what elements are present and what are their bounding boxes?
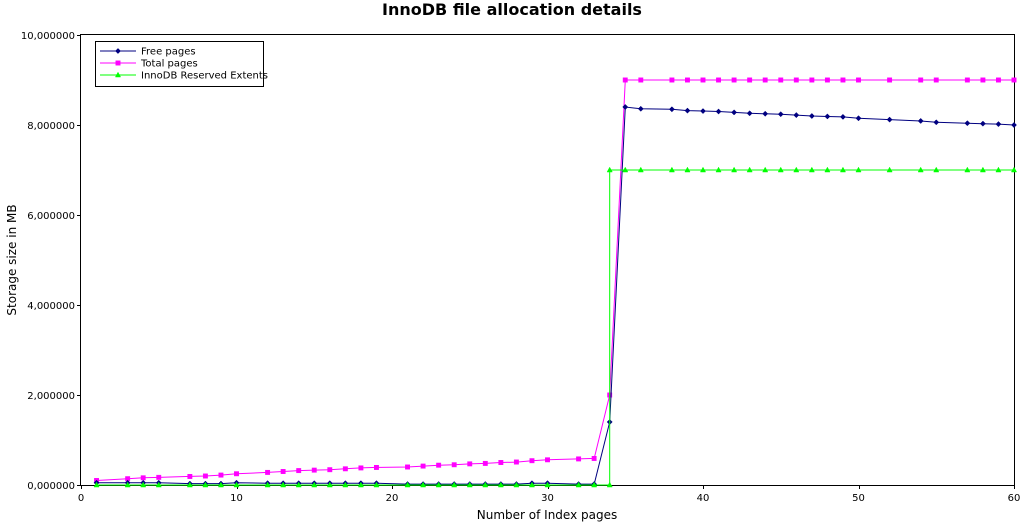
legend-marker (115, 60, 121, 66)
data-point-total-pages (187, 474, 193, 479)
data-point-total-pages (964, 77, 970, 83)
plot-area (80, 34, 1015, 486)
data-point-total-pages (342, 466, 348, 472)
data-point-total-pages (482, 460, 488, 466)
y-axis-label: Storage size in MB (5, 204, 19, 315)
x-tick-label: 60 (1008, 493, 1021, 504)
data-point-total-pages (731, 77, 737, 83)
data-point-total-pages (140, 475, 146, 481)
data-point-total-pages (436, 462, 442, 468)
data-point-total-pages (918, 77, 924, 83)
data-point-total-pages (280, 469, 286, 474)
data-point-total-pages (498, 460, 504, 465)
data-point-total-pages (529, 458, 535, 464)
legend-label: Total pages (140, 59, 198, 70)
data-point-total-pages (420, 463, 426, 469)
data-point-total-pages (545, 457, 550, 463)
chart: InnoDB file allocation details 0 10 20 30 40… (5, 0, 1021, 522)
data-point-total-pages (996, 77, 1001, 83)
data-point-total-pages (980, 77, 986, 83)
data-point-total-pages (374, 465, 379, 470)
legend-label: Free pages (141, 47, 196, 58)
data-point-total-pages (856, 77, 861, 83)
data-point-total-pages (669, 77, 675, 83)
data-point-total-pages (156, 474, 162, 480)
x-axis-label: Number of Index pages (477, 508, 617, 522)
data-point-total-pages (778, 77, 784, 83)
y-tick-label: 0,000000 (27, 481, 75, 492)
data-point-total-pages (1011, 77, 1017, 83)
data-point-total-pages (467, 461, 473, 467)
data-point-total-pages (716, 77, 721, 83)
data-point-total-pages (591, 456, 597, 461)
x-tick-label: 0 (78, 493, 84, 504)
data-point-total-pages (933, 77, 939, 83)
x-tick-label: 20 (386, 493, 399, 504)
data-point-total-pages (809, 77, 815, 83)
legend-label: InnoDB Reserved Extents (141, 71, 268, 82)
y-tick-label: 4,000000 (27, 301, 75, 312)
data-point-total-pages (311, 467, 317, 473)
data-point-total-pages (622, 77, 628, 83)
data-point-total-pages (405, 464, 411, 470)
data-point-total-pages (218, 472, 224, 478)
legend: Free pagesTotal pagesInnoDB Reserved Ext… (95, 41, 268, 87)
data-point-total-pages (824, 77, 830, 83)
y-tick-label: 8,000000 (27, 121, 75, 132)
data-point-total-pages (638, 77, 644, 83)
data-point-total-pages (513, 459, 519, 465)
y-tick-label: 2,000000 (27, 391, 75, 402)
x-tick-label: 30 (541, 493, 554, 504)
data-point-total-pages (685, 77, 690, 83)
data-point-total-pages (700, 77, 706, 83)
data-point-total-pages (202, 473, 208, 479)
y-tick-label: 10,000000 (21, 31, 75, 42)
chart-title: InnoDB file allocation details (382, 0, 642, 19)
data-point-total-pages (327, 467, 333, 473)
data-point-total-pages (747, 77, 753, 83)
data-point-total-pages (358, 465, 364, 471)
data-point-total-pages (576, 456, 582, 462)
x-tick-label: 50 (852, 493, 865, 504)
x-tick-label: 40 (697, 493, 710, 504)
data-point-total-pages (234, 471, 239, 477)
data-point-total-pages (296, 468, 302, 474)
x-tick-label: 10 (230, 493, 243, 504)
data-point-total-pages (451, 462, 457, 468)
data-point-total-pages (887, 77, 893, 83)
data-point-total-pages (793, 77, 799, 83)
data-point-total-pages (265, 469, 271, 475)
data-point-total-pages (762, 77, 768, 83)
data-point-total-pages (840, 77, 846, 83)
y-tick-label: 6,000000 (27, 211, 75, 222)
